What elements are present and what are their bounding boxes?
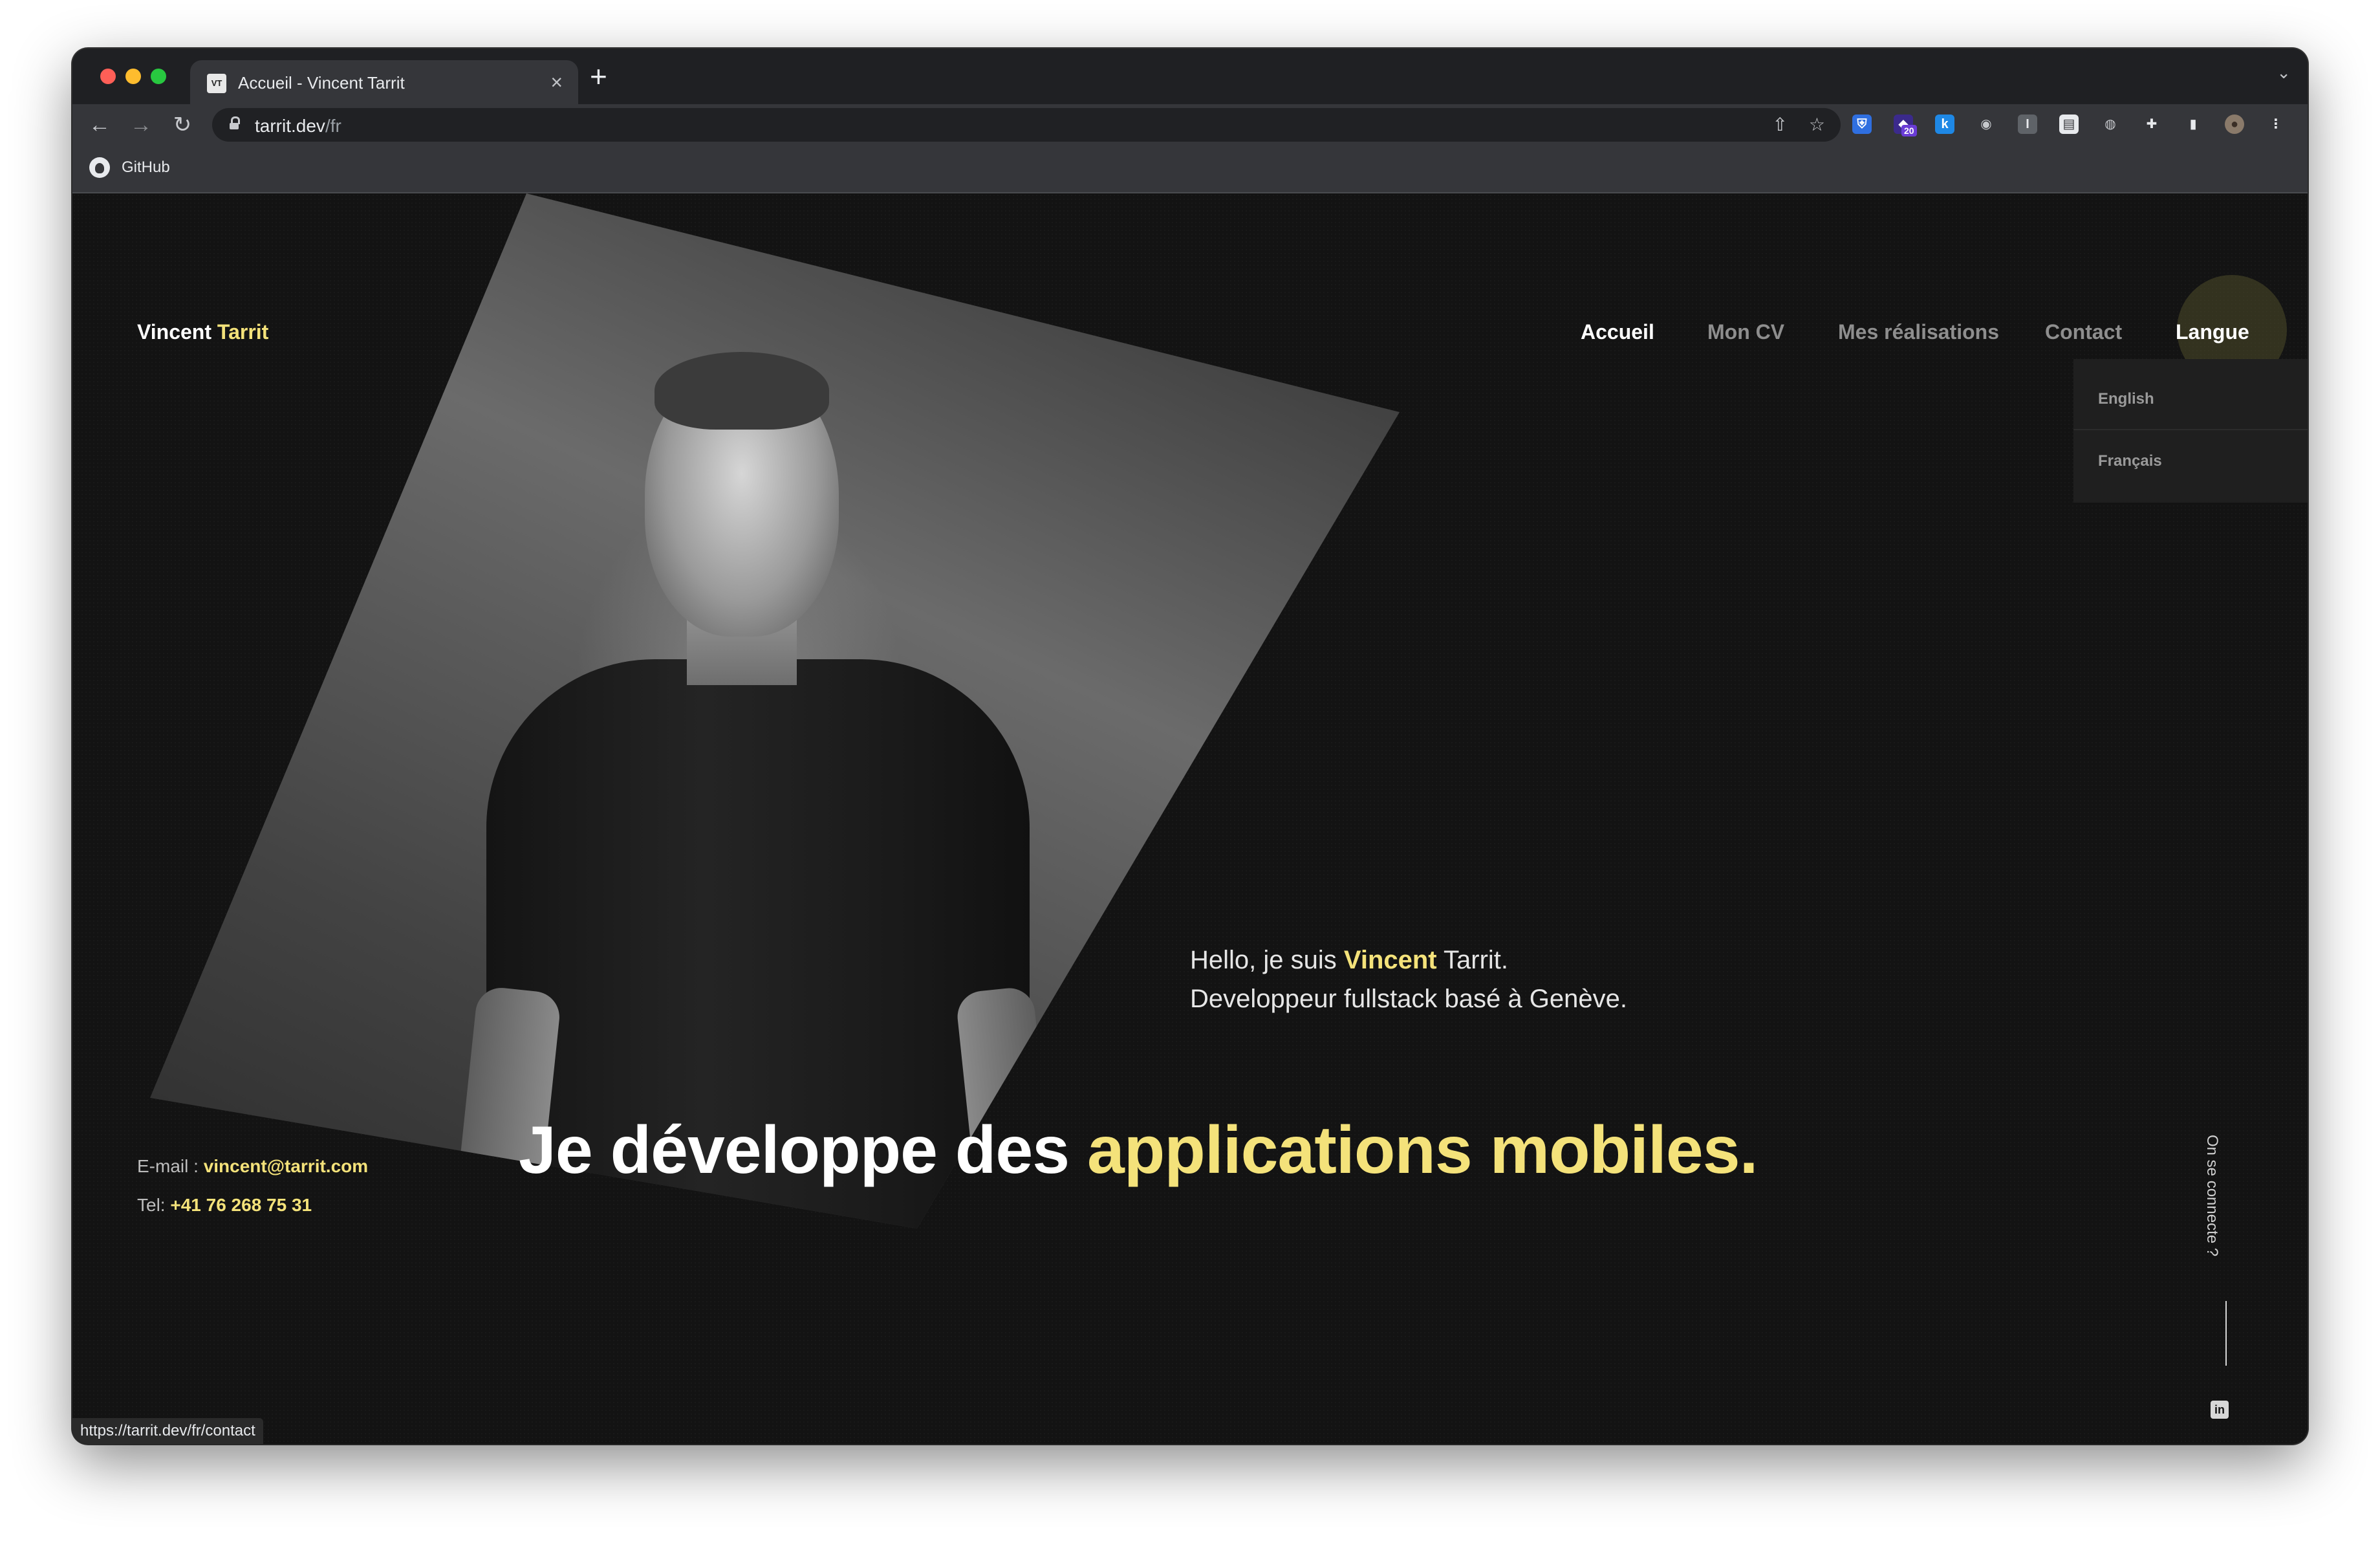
browser-toolbar: ← → ↻ tarrit.dev/fr ⇧ ☆ ⛨ ◆ 20 k ◉ I ▤ ◍ ✚ ▮ ● ⋮ — [72, 104, 2308, 146]
phone-link[interactable]: +41 76 268 75 31 — [170, 1195, 312, 1215]
tab-search-chevron-icon[interactable]: ⌄ — [2277, 63, 2291, 83]
github-icon — [89, 157, 110, 178]
lock-icon[interactable] — [229, 116, 240, 129]
globe-extension-icon[interactable]: ◍ — [2101, 115, 2120, 134]
nav-contact[interactable]: Contact — [2045, 320, 2122, 344]
puzzle-icon[interactable]: ✚ — [2142, 115, 2161, 134]
maximize-window-button[interactable] — [151, 69, 166, 84]
language-dropdown: English Français — [2073, 359, 2308, 503]
new-tab-button[interactable]: + — [590, 60, 607, 93]
phone-contact: Tel: +41 76 268 75 31 — [137, 1195, 312, 1215]
nav-langue[interactable]: Langue — [2176, 320, 2249, 344]
address-url[interactable]: tarrit.dev/fr — [255, 116, 341, 137]
k-extension-icon[interactable]: k — [1935, 115, 1954, 134]
bookmark-star-icon[interactable]: ☆ — [1809, 115, 1825, 135]
nav-accueil[interactable]: Accueil — [1581, 320, 1654, 344]
linkedin-icon[interactable]: in — [2211, 1401, 2229, 1419]
intro-text: Hello, je suis Vincent Tarrit. Developpe… — [1190, 946, 1627, 1013]
tab-strip: VT Accueil - Vincent Tarrit × + ⌄ — [72, 49, 2308, 104]
tab-title: Accueil - Vincent Tarrit — [238, 73, 405, 93]
address-bar[interactable]: tarrit.dev/fr ⇧ ☆ — [212, 108, 1841, 142]
share-icon[interactable]: ⇧ — [1773, 115, 1788, 135]
status-bar-url: https://tarrit.dev/fr/contact — [72, 1418, 263, 1444]
social-connect-label: On se connecte ? — [2203, 1135, 2221, 1257]
minimize-window-button[interactable] — [125, 69, 141, 84]
extension-badge: 20 — [1901, 125, 1917, 137]
back-arrow-icon[interactable]: ← — [84, 109, 115, 140]
site-logo[interactable]: Vincent Tarrit — [137, 320, 268, 344]
kebab-menu-icon[interactable]: ⋮ — [2266, 115, 2286, 134]
camera-icon[interactable]: ◉ — [1976, 115, 1996, 134]
close-tab-icon[interactable]: × — [550, 69, 563, 95]
language-option-francais[interactable]: Français — [2073, 430, 2308, 491]
web-page: Vincent Tarrit Accueil Mon CV Mes réalis… — [72, 193, 2308, 1444]
reload-icon[interactable]: ↻ — [167, 109, 198, 140]
profile-avatar[interactable]: ● — [2225, 115, 2244, 134]
email-contact: E-mail : vincent@tarrit.com — [137, 1156, 369, 1176]
close-window-button[interactable] — [100, 69, 116, 84]
counter-extension-icon[interactable]: ◆ 20 — [1894, 115, 1917, 137]
social-divider — [2225, 1301, 2227, 1366]
side-panel-icon[interactable]: ▮ — [2183, 115, 2203, 134]
bookmark-label: GitHub — [122, 158, 170, 176]
language-option-english[interactable]: English — [2073, 368, 2308, 429]
browser-window: VT Accueil - Vincent Tarrit × + ⌄ ← → ↻ … — [72, 49, 2308, 1444]
email-link[interactable]: vincent@tarrit.com — [204, 1156, 368, 1176]
nav-mes-realisations[interactable]: Mes réalisations — [1838, 320, 1999, 344]
hero-headline: Je développe des applications mobiles. — [519, 1113, 1758, 1188]
i-extension-icon[interactable]: I — [2018, 115, 2037, 134]
favicon-icon: VT — [207, 74, 226, 93]
forward-arrow-icon[interactable]: → — [125, 109, 157, 140]
bitwarden-icon[interactable]: ⛨ — [1852, 115, 1872, 134]
nav-mon-cv[interactable]: Mon CV — [1707, 320, 1784, 344]
bookmarks-bar: GitHub — [72, 146, 2308, 193]
tab-accueil[interactable]: VT Accueil - Vincent Tarrit × — [190, 60, 578, 104]
document-extension-icon[interactable]: ▤ — [2059, 115, 2079, 134]
